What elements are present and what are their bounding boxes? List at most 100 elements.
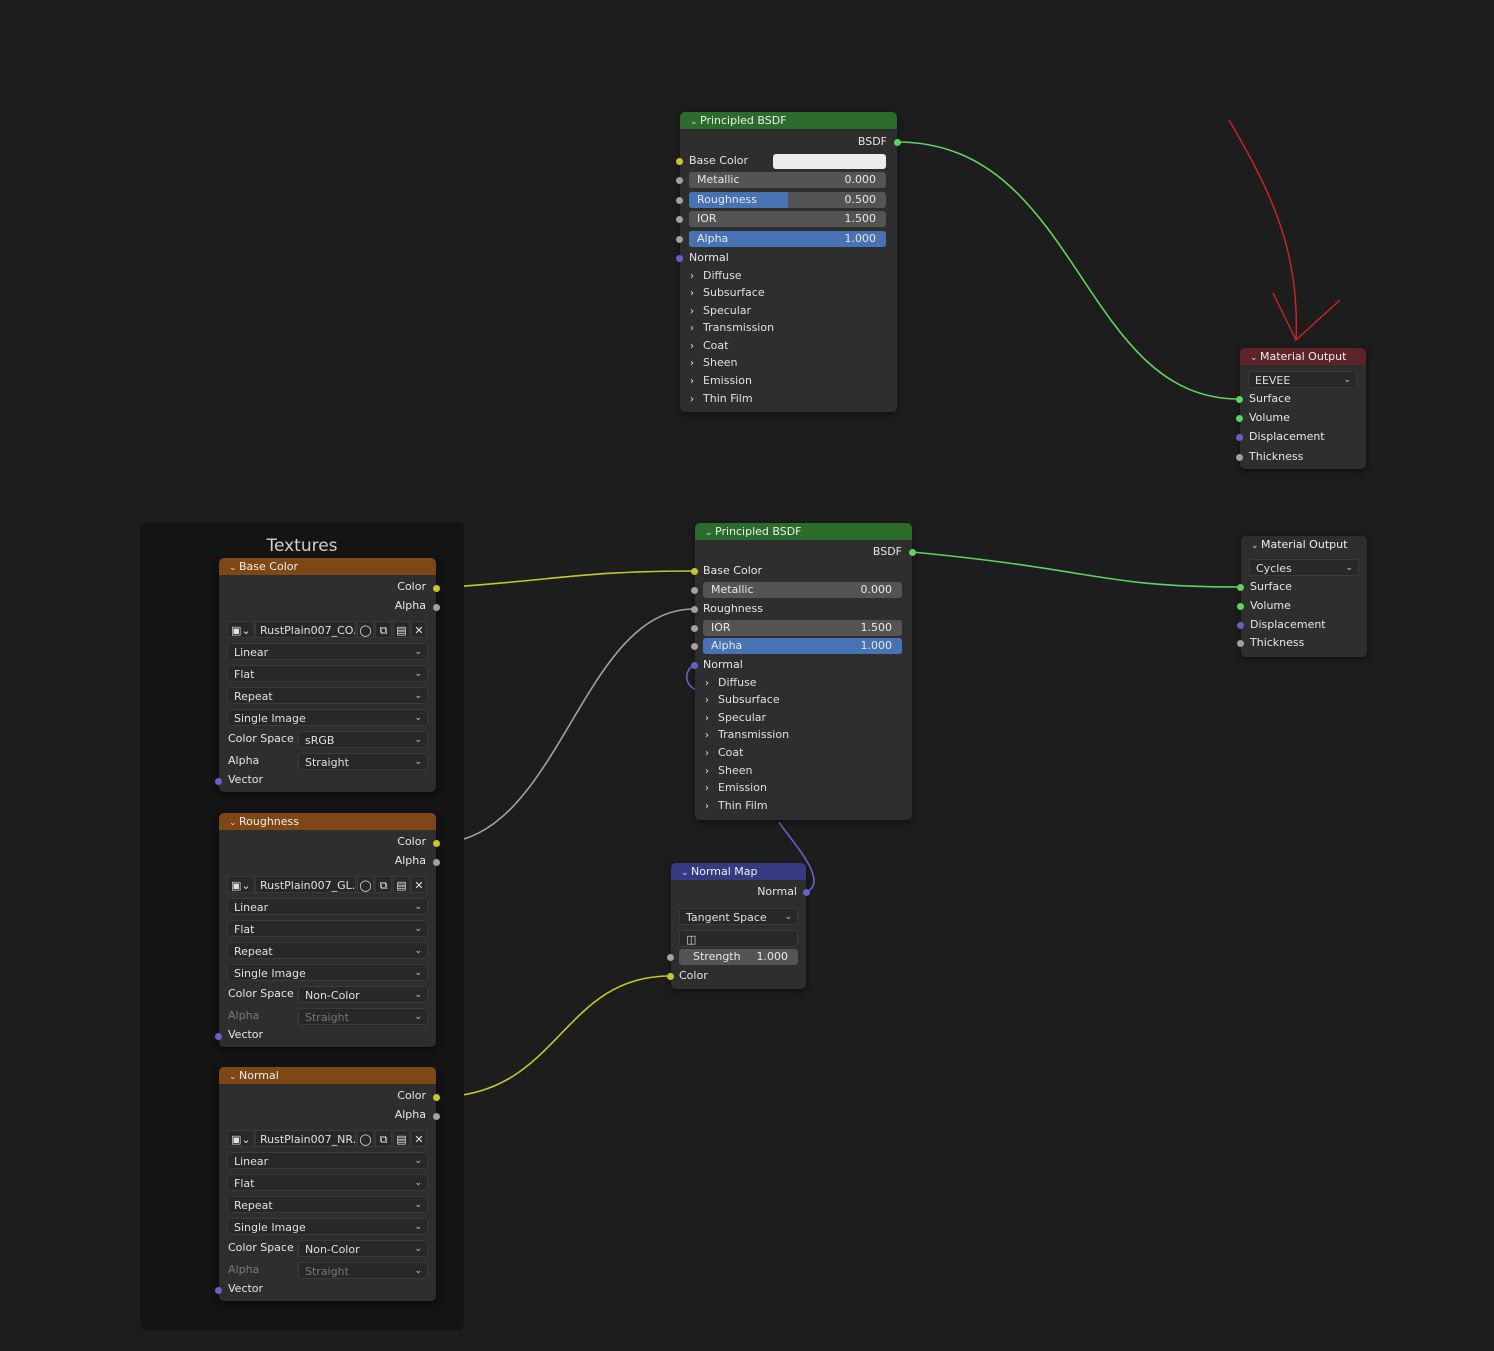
extension-select[interactable]: Repeat ⌄ <box>227 1196 428 1213</box>
projection-select[interactable]: Flat ⌄ <box>227 920 428 937</box>
image-browse-button[interactable]: ▣⌄ <box>227 876 254 893</box>
ior-field[interactable]: IOR 1.500 <box>703 620 902 636</box>
alpha-mode-select[interactable]: Straight ⌄ <box>298 1008 428 1025</box>
alpha-mode-select[interactable]: Straight ⌄ <box>298 753 428 770</box>
socket-ior[interactable] <box>691 625 698 632</box>
image-selector[interactable]: ▣⌄ RustPlain007_NR... ◯ ⧉ ▤ ✕ <box>227 1130 427 1147</box>
extension-select[interactable]: Repeat ⌄ <box>227 687 428 704</box>
image-texture-node-2[interactable]: ⌄ Roughness Color Alpha ▣⌄ RustPlain007_G… <box>219 813 436 1047</box>
metallic-field[interactable]: Metallic 0.000 <box>703 582 902 598</box>
socket-color-out[interactable] <box>433 840 440 847</box>
socket-metallic[interactable] <box>676 177 683 184</box>
chevron-down-icon[interactable]: ⌄ <box>1250 350 1260 367</box>
node-header[interactable]: ⌄ Material Output <box>1240 348 1366 365</box>
node-header[interactable]: ⌄ Normal <box>219 1067 436 1084</box>
socket-alpha-out[interactable] <box>433 1113 440 1120</box>
roughness-field[interactable]: Roughness 0.500 <box>689 192 886 208</box>
panel-specular[interactable]: › Specular <box>682 302 751 319</box>
socket-roughness[interactable] <box>691 606 698 613</box>
socket-bsdf-out[interactable] <box>894 139 901 146</box>
image-browse-button[interactable]: ▣⌄ <box>227 1130 254 1147</box>
chevron-down-icon[interactable]: ⌄ <box>229 815 239 832</box>
node-header[interactable]: ⌄ Base Color <box>219 558 436 575</box>
socket-normal-out[interactable] <box>803 889 810 896</box>
node-header[interactable]: ⌄ Normal Map <box>671 863 806 880</box>
uv-map-field[interactable]: ◫ <box>679 930 798 947</box>
material-output-cycles[interactable]: ⌄ Material Output Cycles ⌄ Surface Volume … <box>1241 536 1367 657</box>
render-target-select[interactable]: EEVEE ⌄ <box>1248 371 1357 388</box>
node-header[interactable]: ⌄ Material Output <box>1241 536 1367 554</box>
socket-alpha-out[interactable] <box>433 859 440 866</box>
source-select[interactable]: Single Image ⌄ <box>227 964 428 981</box>
panel-transmission[interactable]: › Transmission <box>697 726 789 743</box>
socket-color-out[interactable] <box>433 1094 440 1101</box>
fake-user-icon[interactable]: ◯ <box>357 1130 374 1147</box>
socket-color-in[interactable] <box>667 973 674 980</box>
color-space-select[interactable]: Non-Color ⌄ <box>298 1240 428 1257</box>
panel-diffuse[interactable]: › Diffuse <box>682 267 742 284</box>
extension-select[interactable]: Repeat ⌄ <box>227 942 428 959</box>
image-name-field[interactable]: RustPlain007_GL... <box>255 876 356 893</box>
image-name-field[interactable]: RustPlain007_CO... <box>255 621 356 638</box>
fake-user-icon[interactable]: ◯ <box>357 621 374 638</box>
color-space-select[interactable]: Non-Color ⌄ <box>298 986 428 1003</box>
socket-normal[interactable] <box>676 255 683 262</box>
panel-thin-film[interactable]: › Thin Film <box>697 797 768 814</box>
socket-alpha[interactable] <box>691 643 698 650</box>
folder-icon[interactable]: ▤ <box>393 621 410 638</box>
folder-icon[interactable]: ▤ <box>393 1130 410 1147</box>
socket-volume[interactable] <box>1236 415 1243 422</box>
normal-map-node[interactable]: ⌄ Normal Map Normal Tangent Space ⌄ ◫ Stre… <box>671 863 806 989</box>
socket-alpha[interactable] <box>676 236 683 243</box>
image-texture-node-1[interactable]: ⌄ Base Color Color Alpha ▣⌄ RustPlain007_… <box>219 558 436 792</box>
panel-specular[interactable]: › Specular <box>697 709 766 726</box>
panel-coat[interactable]: › Coat <box>682 337 728 354</box>
panel-sheen[interactable]: › Sheen <box>682 354 737 371</box>
close-icon[interactable]: ✕ <box>411 1130 427 1147</box>
image-selector[interactable]: ▣⌄ RustPlain007_GL... ◯ ⧉ ▤ ✕ <box>227 876 427 893</box>
render-target-select[interactable]: Cycles ⌄ <box>1249 559 1359 576</box>
chevron-down-icon[interactable]: ⌄ <box>229 1069 239 1086</box>
interpolation-select[interactable]: Linear ⌄ <box>227 1152 428 1169</box>
material-output-eevee[interactable]: ⌄ Material Output EEVEE ⌄ Surface Volume D… <box>1240 348 1366 469</box>
image-texture-node-3[interactable]: ⌄ Normal Color Alpha ▣⌄ RustPlain007_NR..… <box>219 1067 436 1301</box>
image-selector[interactable]: ▣⌄ RustPlain007_CO... ◯ ⧉ ▤ ✕ <box>227 621 427 638</box>
socket-base-color[interactable] <box>676 158 683 165</box>
socket-vector-in[interactable] <box>215 1287 222 1294</box>
socket-ior[interactable] <box>676 216 683 223</box>
chevron-down-icon[interactable]: ⌄ <box>1251 538 1261 555</box>
panel-subsurface[interactable]: › Subsurface <box>697 691 780 708</box>
socket-alpha-out[interactable] <box>433 604 440 611</box>
alpha-mode-select[interactable]: Straight ⌄ <box>298 1262 428 1279</box>
projection-select[interactable]: Flat ⌄ <box>227 1174 428 1191</box>
socket-color-out[interactable] <box>433 585 440 592</box>
projection-select[interactable]: Flat ⌄ <box>227 665 428 682</box>
socket-vector-in[interactable] <box>215 1033 222 1040</box>
space-select[interactable]: Tangent Space ⌄ <box>679 908 798 925</box>
interpolation-select[interactable]: Linear ⌄ <box>227 898 428 915</box>
panel-thin-film[interactable]: › Thin Film <box>682 390 753 407</box>
socket-thickness[interactable] <box>1237 640 1244 647</box>
color-space-select[interactable]: sRGB ⌄ <box>298 731 428 748</box>
panel-transmission[interactable]: › Transmission <box>682 319 774 336</box>
image-name-field[interactable]: RustPlain007_NR... <box>255 1130 356 1147</box>
duplicate-icon[interactable]: ⧉ <box>375 621 392 638</box>
socket-volume[interactable] <box>1237 603 1244 610</box>
base-color-swatch[interactable] <box>773 154 886 169</box>
strength-field[interactable]: Strength 1.000 <box>679 949 798 965</box>
ior-field[interactable]: IOR 1.500 <box>689 211 886 227</box>
close-icon[interactable]: ✕ <box>411 876 427 893</box>
panel-sheen[interactable]: › Sheen <box>697 762 752 779</box>
duplicate-icon[interactable]: ⧉ <box>375 1130 392 1147</box>
node-header[interactable]: ⌄ Roughness <box>219 813 436 830</box>
node-header[interactable]: ⌄ Principled BSDF <box>695 523 912 540</box>
chevron-down-icon[interactable]: ⌄ <box>681 865 691 882</box>
alpha-field[interactable]: Alpha 1.000 <box>703 638 902 654</box>
panel-diffuse[interactable]: › Diffuse <box>697 674 757 691</box>
socket-roughness[interactable] <box>676 197 683 204</box>
socket-surface[interactable] <box>1237 584 1244 591</box>
metallic-field[interactable]: Metallic 0.000 <box>689 172 886 188</box>
socket-base-color[interactable] <box>691 568 698 575</box>
image-browse-button[interactable]: ▣⌄ <box>227 621 254 638</box>
socket-strength[interactable] <box>667 954 674 961</box>
